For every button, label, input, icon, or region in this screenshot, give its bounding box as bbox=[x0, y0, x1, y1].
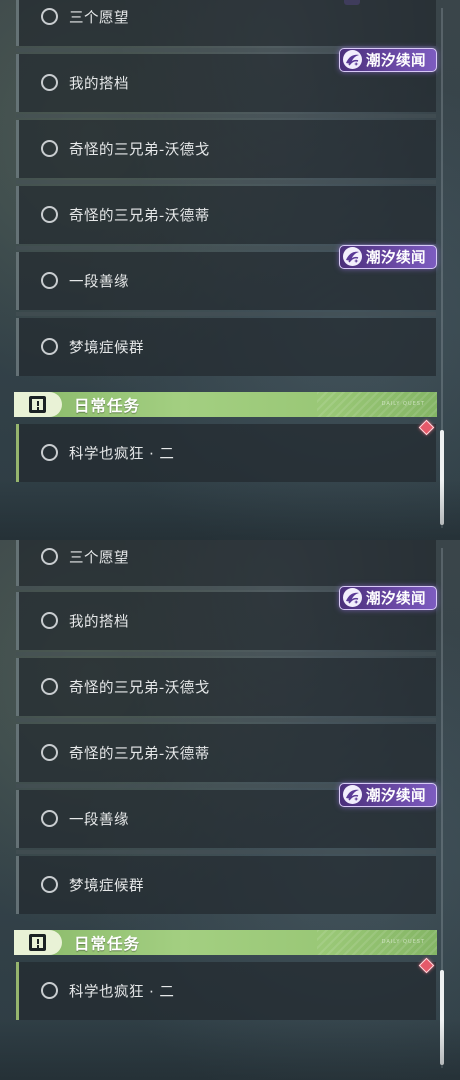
quest-item[interactable]: 梦境症候群 bbox=[16, 312, 436, 376]
quest-label: 一段善缘 bbox=[69, 812, 129, 829]
radio-circle-icon bbox=[41, 272, 58, 289]
event-badge: 潮汐续闻 bbox=[339, 245, 437, 269]
section-title: 日常任务 bbox=[74, 934, 141, 953]
radio-circle-icon bbox=[41, 744, 58, 761]
event-badge: 潮汐续闻 bbox=[339, 586, 437, 610]
daily-quest-header[interactable]: 日常任务 DAILY QUEST bbox=[14, 930, 437, 955]
radio-circle-icon bbox=[41, 876, 58, 893]
tide-swirl-icon bbox=[343, 50, 362, 69]
badge-label: 潮汐续闻 bbox=[366, 591, 426, 608]
exclamation-icon bbox=[29, 396, 46, 413]
section-tag: DAILY QUEST bbox=[381, 939, 425, 945]
scrollbar-thumb[interactable] bbox=[440, 430, 444, 525]
scrollbar-thumb[interactable] bbox=[440, 970, 444, 1065]
quest-label: 奇怪的三兄弟-沃德蒂 bbox=[69, 746, 210, 763]
tide-swirl-icon bbox=[343, 785, 362, 804]
badge-label: 潮汐续闻 bbox=[366, 788, 426, 805]
quest-item[interactable]: 奇怪的三兄弟-沃德戈 bbox=[16, 652, 436, 716]
section-icon-box bbox=[14, 930, 62, 955]
badge-label: 潮汐续闻 bbox=[366, 53, 426, 70]
quest-label: 三个愿望 bbox=[69, 10, 129, 27]
quest-list-panel-1: 三个愿望 我的搭档 奇怪的三兄弟-沃德戈 奇怪的三兄弟-沃德蒂 一段善缘 梦境症… bbox=[0, 0, 460, 540]
radio-circle-icon bbox=[41, 810, 58, 827]
quest-label: 一段善缘 bbox=[69, 274, 129, 291]
radio-circle-icon bbox=[41, 74, 58, 91]
quest-item[interactable]: 奇怪的三兄弟-沃德戈 bbox=[16, 114, 436, 178]
quest-item[interactable]: 奇怪的三兄弟-沃德蒂 bbox=[16, 180, 436, 244]
radio-circle-icon bbox=[41, 338, 58, 355]
quest-label: 奇怪的三兄弟-沃德蒂 bbox=[69, 208, 210, 225]
section-icon-box bbox=[14, 392, 62, 417]
quest-label: 科学也疯狂 · 二 bbox=[69, 984, 175, 1001]
tide-swirl-icon bbox=[343, 247, 362, 266]
radio-circle-icon bbox=[41, 8, 58, 25]
quest-list-panel-2: 三个愿望 我的搭档 奇怪的三兄弟-沃德戈 奇怪的三兄弟-沃德蒂 一段善缘 梦境症… bbox=[0, 540, 460, 1080]
quest-item[interactable]: 奇怪的三兄弟-沃德蒂 bbox=[16, 718, 436, 782]
quest-item[interactable]: 科学也疯狂 · 二 bbox=[16, 424, 436, 482]
quest-label: 我的搭档 bbox=[69, 614, 129, 631]
radio-circle-icon bbox=[41, 982, 58, 999]
quest-item[interactable]: 三个愿望 bbox=[16, 0, 436, 46]
section-tag: DAILY QUEST bbox=[381, 401, 425, 407]
exclamation-icon bbox=[29, 934, 46, 951]
quest-label: 梦境症候群 bbox=[69, 340, 144, 357]
quest-item[interactable]: 梦境症候群 bbox=[16, 850, 436, 914]
radio-circle-icon bbox=[41, 140, 58, 157]
quest-label: 我的搭档 bbox=[69, 76, 129, 93]
quest-label: 奇怪的三兄弟-沃德戈 bbox=[69, 680, 210, 697]
radio-circle-icon bbox=[41, 612, 58, 629]
badge-label: 潮汐续闻 bbox=[366, 250, 426, 267]
quest-label: 三个愿望 bbox=[69, 550, 129, 567]
quest-label: 奇怪的三兄弟-沃德戈 bbox=[69, 142, 210, 159]
radio-circle-icon bbox=[41, 444, 58, 461]
tide-swirl-icon bbox=[343, 588, 362, 607]
event-badge: 潮汐续闻 bbox=[339, 783, 437, 807]
quest-item[interactable]: 科学也疯狂 · 二 bbox=[16, 962, 436, 1020]
daily-quest-header[interactable]: 日常任务 DAILY QUEST bbox=[14, 392, 437, 417]
section-title: 日常任务 bbox=[74, 396, 141, 415]
radio-circle-icon bbox=[41, 548, 58, 565]
radio-circle-icon bbox=[41, 678, 58, 695]
event-badge: 潮汐续闻 bbox=[339, 48, 437, 72]
quest-item[interactable]: 三个愿望 bbox=[16, 540, 436, 586]
quest-label: 梦境症候群 bbox=[69, 878, 144, 895]
radio-circle-icon bbox=[41, 206, 58, 223]
quest-label: 科学也疯狂 · 二 bbox=[69, 446, 175, 463]
